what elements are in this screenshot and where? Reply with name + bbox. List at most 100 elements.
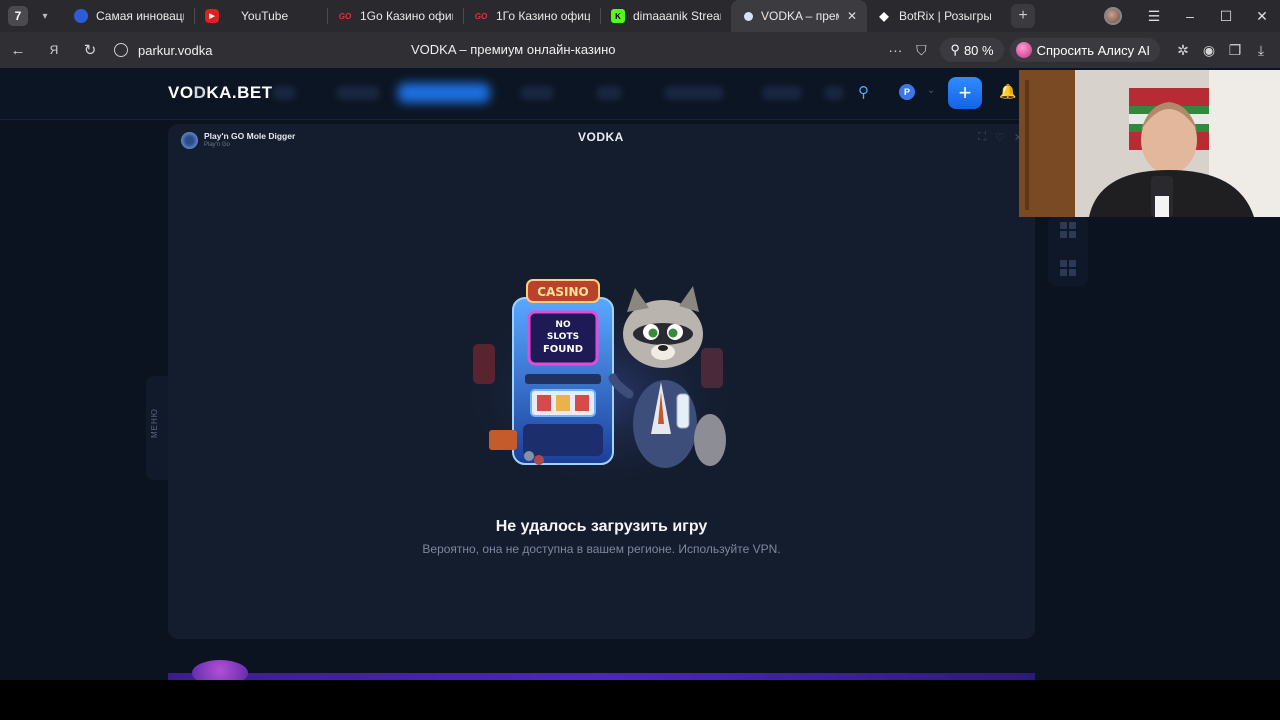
slot-base <box>523 424 603 456</box>
chip-shape <box>524 451 534 461</box>
alice-icon <box>1015 42 1032 58</box>
vodka-logo[interactable]: VODKA.BET <box>168 83 273 103</box>
logo-part: KA.BET <box>206 83 273 102</box>
close-icon[interactable]: ✕ <box>847 9 857 23</box>
chip-shape <box>534 455 544 465</box>
bottle-shape <box>676 393 690 429</box>
url-field[interactable]: parkur.vodka <box>114 43 212 58</box>
download-icon[interactable]: ⤓ <box>1248 42 1274 59</box>
collections-icon[interactable]: ❐ <box>1222 42 1248 59</box>
promo-character <box>192 660 248 680</box>
nav-item-blurred[interactable] <box>762 86 802 100</box>
chevron-down-icon[interactable]: ▾ <box>34 11 56 22</box>
side-menu-label: МЕНЮ <box>150 408 159 438</box>
raccoon-mask <box>633 323 693 345</box>
favorite-heart-icon[interactable]: ♡ <box>995 131 1005 144</box>
no-slots-illustration: CASINO NO SLOTS FOUND <box>468 279 732 479</box>
nav-item-blurred[interactable] <box>664 86 724 100</box>
side-menu-toggle[interactable]: МЕНЮ <box>146 376 168 480</box>
reel-symbol <box>575 395 589 411</box>
screen: 7 ▾ Самая инновацион ▶ YouTube GO 1Go Ка… <box>0 0 1280 720</box>
webcam-overlay <box>1019 70 1280 217</box>
logo-part: D <box>193 83 207 102</box>
promo-banner[interactable] <box>168 660 1035 680</box>
tab-title: YouTube <box>241 9 289 23</box>
bell-icon[interactable]: 🔔 <box>999 83 1016 100</box>
game-frame: Play'n GO Mole Digger Play'n Go VODKA ⛶ … <box>168 124 1035 639</box>
casino-sign-text: CASINO <box>537 285 588 299</box>
raccoon-pupil <box>668 328 678 338</box>
chair-shape <box>701 348 723 388</box>
game-provider: Play'n Go <box>204 142 230 148</box>
game-frame-logo: VODKA <box>578 130 624 144</box>
logo-part: VO <box>168 83 194 102</box>
bookmark-icon[interactable]: ⛉ <box>908 42 934 59</box>
profile-avatar[interactable] <box>1104 7 1122 25</box>
tab-item[interactable]: ▶ YouTube <box>195 0 327 32</box>
minimize-button[interactable]: – <box>1172 8 1208 24</box>
chair-shape <box>473 344 495 384</box>
error-subtitle: Вероятно, она не доступна в вашем регион… <box>422 542 781 556</box>
ask-alice-button[interactable]: Спросить Алису AI <box>1009 38 1160 62</box>
search-icon[interactable]: ⚲ <box>858 83 869 101</box>
reel-symbol <box>556 395 570 411</box>
tab-title: 1Go Казино офици <box>360 9 453 23</box>
nav-item-blurred[interactable] <box>520 86 554 100</box>
yandex-icon[interactable]: Я <box>36 43 72 57</box>
tab-item-active[interactable]: VODKA – преми ✕ <box>731 0 867 32</box>
site-security-icon[interactable] <box>114 43 128 57</box>
botrix-icon: ◆ <box>879 9 889 23</box>
menu-icon[interactable]: ☰ <box>1136 8 1172 25</box>
nav-item-blurred[interactable] <box>272 86 296 100</box>
nav-item-blurred[interactable] <box>336 86 380 100</box>
currency-icon[interactable]: P <box>899 84 915 100</box>
tab-title: dimaaanik Stream - <box>633 9 721 23</box>
window-controls: ☰ – ☐ ✕ <box>1104 0 1280 32</box>
fullscreen-icon[interactable]: ⛶ <box>978 131 986 144</box>
screen-text: SLOTS <box>547 332 579 342</box>
more-icon[interactable]: ··· <box>882 42 908 58</box>
game-provider-icon <box>181 131 198 149</box>
media-icon[interactable]: ◉ <box>1196 42 1222 59</box>
nav-item-blurred[interactable] <box>824 86 844 100</box>
screen-text: FOUND <box>543 344 583 355</box>
game-side-panel <box>1048 216 1088 286</box>
raccoon-pupil <box>648 328 658 338</box>
raccoon-nose <box>658 345 668 351</box>
tab-item[interactable]: GO 1Go Казино офици <box>328 0 463 32</box>
game-title: Play'n GO Mole Digger <box>204 131 296 141</box>
zoom-magnifier-icon: ⚲ <box>950 42 960 57</box>
new-tab-button[interactable]: + <box>1011 4 1035 28</box>
slot-panel <box>525 374 601 384</box>
reload-icon[interactable]: ↻ <box>72 41 108 59</box>
tab-item[interactable]: GO 1Го Казино официа <box>464 0 600 32</box>
go-casino-icon: GO <box>338 11 352 21</box>
tab-item[interactable]: ◆ BotRix | Розыгрыш <box>867 0 1001 32</box>
browser-app-badge[interactable]: 7 <box>8 6 28 26</box>
nav-item-blurred[interactable] <box>596 86 622 100</box>
mic-tag <box>1155 196 1169 217</box>
tab-item[interactable]: K dimaaanik Stream - <box>601 0 731 32</box>
tab-title: 1Го Казино официа <box>496 9 590 23</box>
reel-symbol <box>537 395 551 411</box>
raccoon-tail <box>694 414 726 466</box>
grid-icon[interactable] <box>1060 222 1076 238</box>
url-text: parkur.vodka <box>138 42 213 58</box>
back-arrow-icon[interactable]: ← <box>0 42 36 59</box>
extensions-icon[interactable]: ✲ <box>1170 42 1196 59</box>
zoom-button[interactable]: ⚲ 80 % <box>940 38 1004 62</box>
page-title: VODKA – премиум онлайн-казино <box>411 42 616 57</box>
maximize-button[interactable]: ☐ <box>1208 8 1244 25</box>
nav-item-active-blurred[interactable] <box>398 83 490 103</box>
kick-icon: K <box>611 9 625 23</box>
tab-title: VODKA – преми <box>761 9 839 23</box>
vodka-favicon-icon <box>744 11 753 21</box>
screen-border <box>0 680 1280 720</box>
youtube-icon: ▶ <box>205 9 219 23</box>
close-window-button[interactable]: ✕ <box>1244 8 1280 25</box>
ask-alice-label: Спросить Алису AI <box>1036 42 1150 58</box>
tab-item[interactable]: Самая инновацион <box>64 0 194 32</box>
deposit-plus-button[interactable]: + <box>948 77 982 109</box>
chevron-down-icon[interactable]: ⌄ <box>927 85 935 96</box>
grid-icon[interactable] <box>1060 260 1076 276</box>
